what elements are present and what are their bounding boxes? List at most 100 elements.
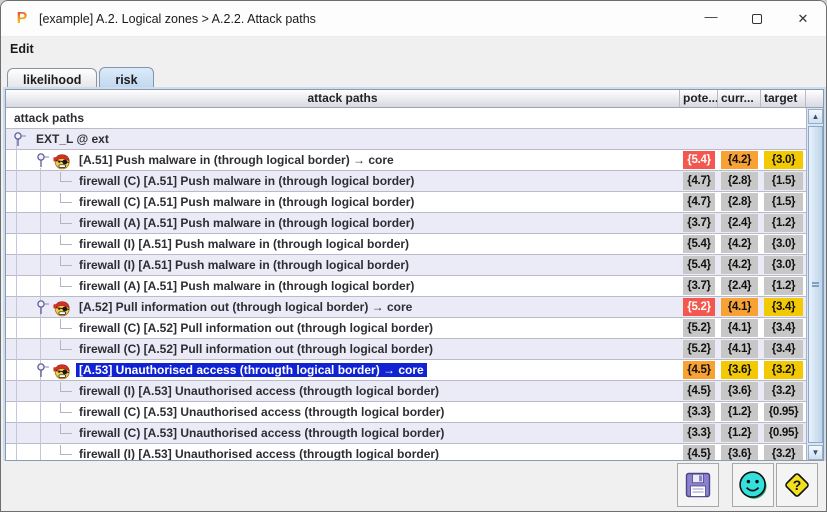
vertical-scrollbar[interactable]: ▲ ▼ <box>806 108 823 461</box>
tree-expander-icon[interactable] <box>35 152 51 170</box>
tab-bar: likelihood risk <box>1 61 826 89</box>
potential-value-cell: {3.3} <box>680 402 718 422</box>
tree-node-label[interactable]: firewall (I) [A.51] Push malware in (thr… <box>76 237 412 251</box>
window-controls: — ✕ <box>688 1 826 36</box>
tree-expander-icon[interactable] <box>35 299 51 317</box>
table-row[interactable]: firewall (A) [A.51] Push malware in (thr… <box>6 213 823 234</box>
minimize-button[interactable]: — <box>688 1 734 36</box>
table-row[interactable]: firewall (I) [A.53] Unauthorised access … <box>6 444 823 461</box>
potential-value-cell: {4.7} <box>680 192 718 212</box>
scroll-down-button[interactable]: ▼ <box>808 445 823 460</box>
target-value-cell: {1.2} <box>761 213 806 233</box>
current-value-cell: {2.4} <box>718 213 761 233</box>
table-row[interactable]: firewall (C) [A.52] Pull information out… <box>6 318 823 339</box>
tree-node-label-selected[interactable]: [A.53] Unauthorised access (througth log… <box>76 363 427 377</box>
potential-value-cell: {4.5} <box>680 381 718 401</box>
risk-value: {4.1} <box>721 340 758 358</box>
table-row[interactable]: firewall (I) [A.53] Unauthorised access … <box>6 381 823 402</box>
tree-node-label[interactable]: firewall (C) [A.51] Push malware in (thr… <box>76 174 417 188</box>
risk-value: {4.2} <box>721 151 758 169</box>
scroll-up-button[interactable]: ▲ <box>808 109 823 124</box>
table-header: attack paths pote... curr... target <box>6 90 823 108</box>
menu-edit[interactable]: Edit <box>1 40 43 58</box>
svg-text:?: ? <box>793 477 802 493</box>
tree-node-label[interactable]: EXT_L @ ext <box>33 132 112 146</box>
column-header-attack-paths[interactable]: attack paths <box>6 90 680 107</box>
table-row[interactable]: [A.52] Pull information out (through log… <box>6 297 823 318</box>
tree-node-label[interactable]: attack paths <box>11 111 87 125</box>
tree-elbow-connector <box>60 256 72 266</box>
risk-value: {3.7} <box>683 277 715 295</box>
current-value-cell: {2.4} <box>718 276 761 296</box>
help-button[interactable]: ? <box>776 463 818 507</box>
risk-value: {3.2} <box>764 361 803 379</box>
scrollbar-thumb[interactable] <box>808 126 823 443</box>
close-button[interactable]: ✕ <box>780 1 826 36</box>
target-value-cell: {1.5} <box>761 171 806 191</box>
column-header-current[interactable]: curr... <box>718 90 761 107</box>
table-row[interactable]: [A.51] Push malware in (through logical … <box>6 150 823 171</box>
table-row[interactable]: [A.53] Unauthorised access (througth log… <box>6 360 823 381</box>
tree-node-label[interactable]: firewall (I) [A.53] Unauthorised access … <box>76 384 442 398</box>
risk-value: {3.0} <box>764 235 803 253</box>
potential-value-cell: {5.2} <box>680 297 718 317</box>
tree-elbow-connector <box>60 340 72 350</box>
tab-likelihood[interactable]: likelihood <box>7 68 97 90</box>
tree-cell: firewall (I) [A.51] Push malware in (thr… <box>6 234 680 254</box>
tree-node-label[interactable]: firewall (C) [A.53] Unauthorised access … <box>76 405 447 419</box>
tree-guide-line <box>16 139 17 461</box>
potential-value-cell: {5.2} <box>680 318 718 338</box>
save-button[interactable] <box>677 463 719 507</box>
table-row[interactable]: firewall (C) [A.53] Unauthorised access … <box>6 423 823 444</box>
tree-node-label[interactable]: firewall (A) [A.51] Push malware in (thr… <box>76 279 417 293</box>
minimize-icon: — <box>705 9 718 24</box>
table-row[interactable]: firewall (I) [A.51] Push malware in (thr… <box>6 234 823 255</box>
target-value-cell: {3.0} <box>761 234 806 254</box>
tree-node-label[interactable]: [A.51] Push malware in (through logical … <box>76 153 397 167</box>
status-ok-button[interactable] <box>732 463 774 507</box>
table-row[interactable]: EXT_L @ ext <box>6 129 823 150</box>
tree-node-label[interactable]: firewall (C) [A.51] Push malware in (thr… <box>76 195 417 209</box>
tree-node-label[interactable]: firewall (C) [A.52] Pull information out… <box>76 342 436 356</box>
tree-cell: [A.52] Pull information out (through log… <box>6 297 680 317</box>
table-row[interactable]: firewall (I) [A.51] Push malware in (thr… <box>6 255 823 276</box>
column-header-potential[interactable]: pote... <box>680 90 718 107</box>
risk-value: {4.1} <box>721 319 758 337</box>
tree-elbow-connector <box>60 382 72 392</box>
table-row[interactable]: firewall (C) [A.51] Push malware in (thr… <box>6 192 823 213</box>
tree-node-label[interactable]: firewall (A) [A.51] Push malware in (thr… <box>76 216 417 230</box>
maximize-button[interactable] <box>734 1 780 36</box>
tree-expander-icon[interactable] <box>12 131 28 149</box>
table-row[interactable]: attack paths <box>6 108 823 129</box>
potential-value-cell: {5.4} <box>680 234 718 254</box>
tree-expander-icon[interactable] <box>35 362 51 380</box>
risk-value: {4.5} <box>683 361 715 379</box>
target-value-cell: {3.4} <box>761 339 806 359</box>
tree-node-label[interactable]: [A.52] Pull information out (through log… <box>76 300 415 314</box>
tree-node-label[interactable]: firewall (I) [A.53] Unauthorised access … <box>76 447 442 461</box>
tab-risk[interactable]: risk <box>99 67 153 90</box>
risk-value: {0.95} <box>764 403 803 421</box>
table-row[interactable]: firewall (C) [A.52] Pull information out… <box>6 339 823 360</box>
table-row[interactable]: firewall (C) [A.53] Unauthorised access … <box>6 402 823 423</box>
column-header-target[interactable]: target <box>761 90 806 107</box>
potential-value-cell: {4.5} <box>680 444 718 461</box>
target-value-cell: {3.2} <box>761 381 806 401</box>
table-row[interactable]: firewall (A) [A.51] Push malware in (thr… <box>6 276 823 297</box>
risk-value: {2.8} <box>721 193 758 211</box>
app-window: P [example] A.2. Logical zones > A.2.2. … <box>0 0 827 512</box>
risk-value: {3.3} <box>683 424 715 442</box>
potential-value-cell: {5.2} <box>680 339 718 359</box>
risk-value: {5.4} <box>683 235 715 253</box>
tree-node-label[interactable]: firewall (I) [A.51] Push malware in (thr… <box>76 258 412 272</box>
tree-node-label[interactable]: firewall (C) [A.53] Unauthorised access … <box>76 426 447 440</box>
risk-value: {3.0} <box>764 256 803 274</box>
target-value-cell: {0.95} <box>761 423 806 443</box>
risk-value: {2.8} <box>721 172 758 190</box>
table-row[interactable]: firewall (C) [A.51] Push malware in (thr… <box>6 171 823 192</box>
tree-elbow-connector <box>60 172 72 182</box>
risk-value: {2.4} <box>721 277 758 295</box>
current-value-cell <box>718 108 761 128</box>
risk-value: {3.6} <box>721 445 758 461</box>
tree-node-label[interactable]: firewall (C) [A.52] Pull information out… <box>76 321 436 335</box>
